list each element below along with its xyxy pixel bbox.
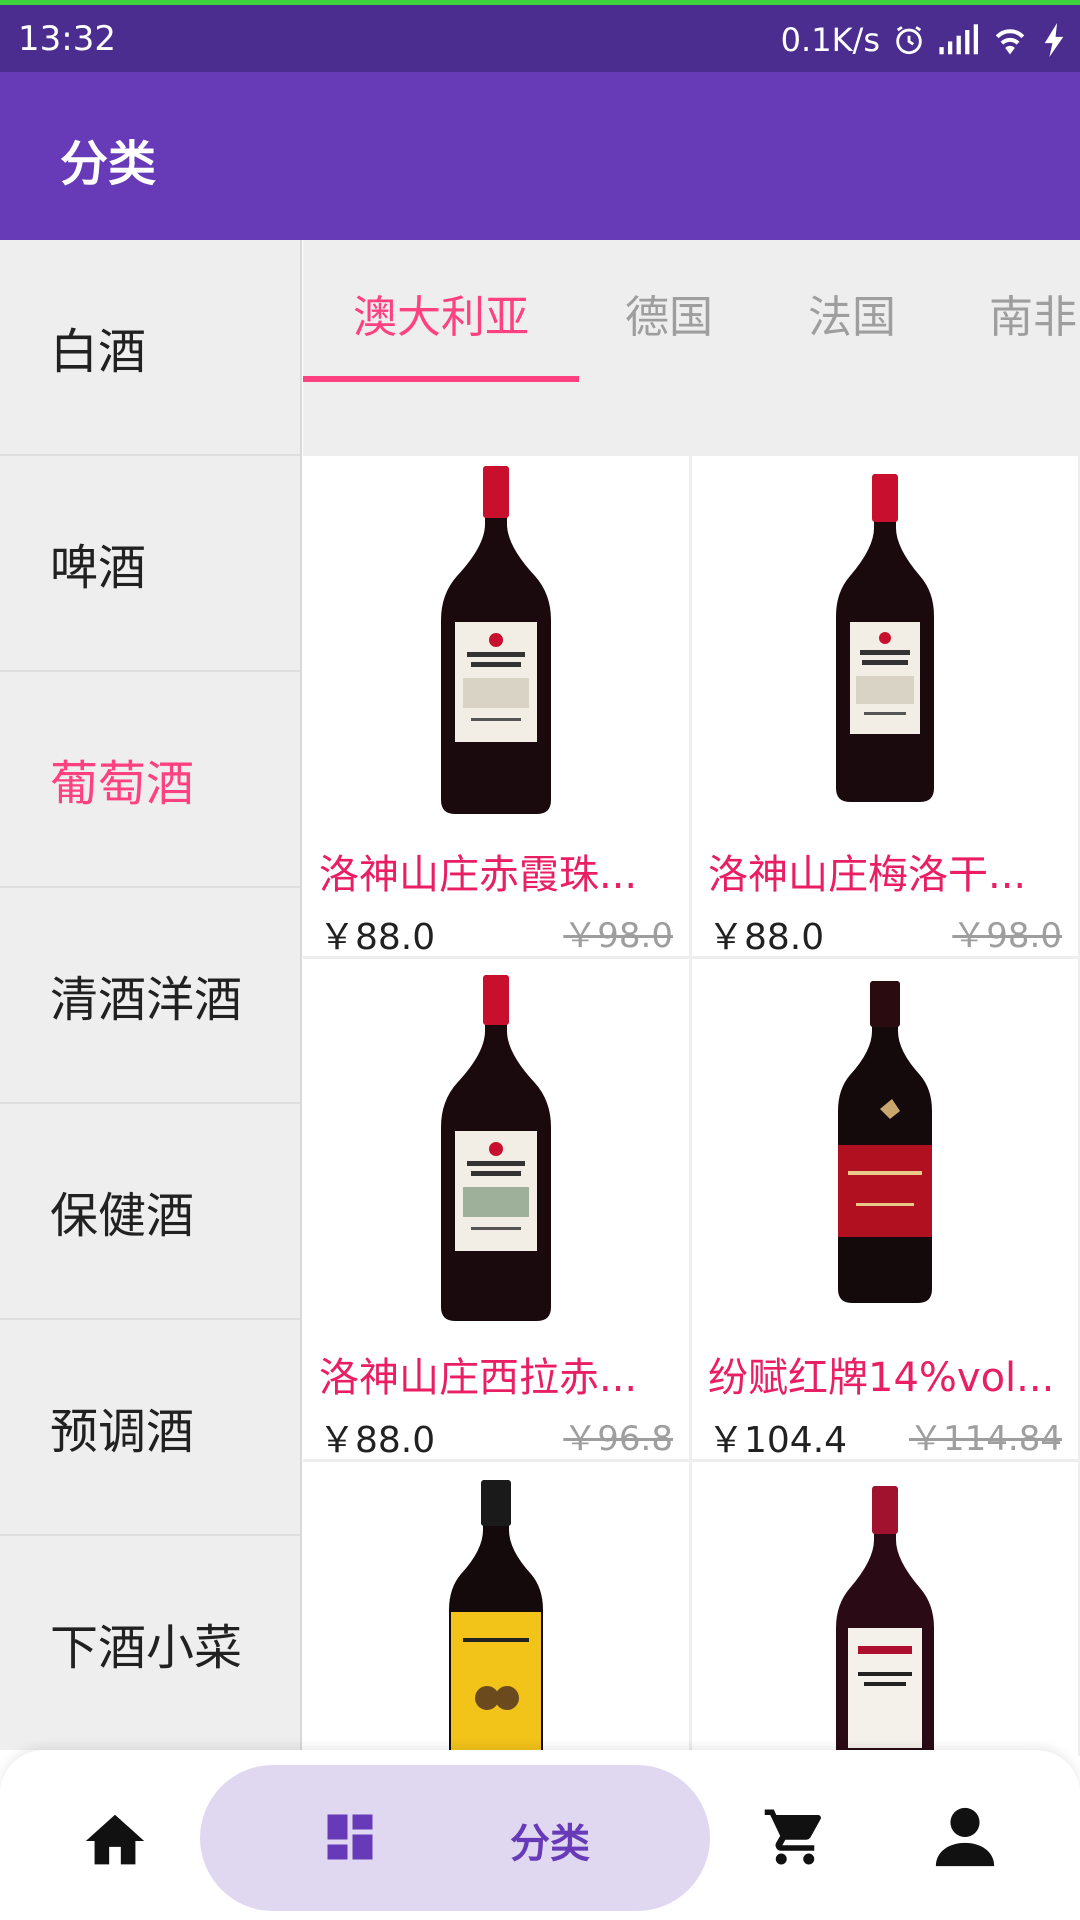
status-time: 13:32 [18,19,116,59]
category-item-beer[interactable]: 啤酒 [0,456,300,672]
product-name: 洛神山庄梅洛干... [708,852,1027,898]
network-speed: 0.1K/s [780,21,880,59]
category-label: 保健酒 [50,1188,195,1244]
product-card[interactable] [303,1462,689,1756]
alarm-icon [892,23,926,57]
product-card[interactable]: 洛神山庄梅洛干... ￥88.0 ￥98.0 [692,456,1078,958]
product-price: ￥104.4 [708,1420,848,1461]
category-item-sake-liquor[interactable]: 清酒洋酒 [0,888,300,1104]
category-item-health-wine[interactable]: 保健酒 [0,1104,300,1320]
category-label: 预调酒 [50,1404,195,1460]
product-original-price: ￥114.84 [909,1419,1062,1459]
status-icons: 0.1K/s [781,17,1066,63]
tab-label: 德国 [625,292,713,343]
nav-item-category[interactable]: 分类 [200,1765,710,1911]
category-icon [320,1807,380,1867]
grid-spacer [303,386,1080,456]
status-bar: 13:32 0.1K/s [0,0,1080,72]
app-root: 13:32 0.1K/s 分类 白酒 啤酒 葡萄酒 清酒洋酒 保健酒 预调酒 下 [0,0,1080,1920]
signal-icon [938,24,978,56]
category-label: 啤酒 [50,540,147,596]
tab-label: 法国 [808,292,896,343]
charging-icon [1042,23,1066,57]
cart-icon[interactable] [762,1804,828,1870]
product-original-price: ￥98.0 [563,916,673,956]
wine-bottle-image [441,466,551,814]
nav-category-label: 分类 [510,1821,590,1867]
app-bar: 分类 [0,72,1080,240]
user-icon[interactable] [930,1802,1000,1872]
tab-label: 南非 [989,292,1077,343]
product-card[interactable]: 纷赋红牌14%vol... ￥104.4 ￥114.84 [692,959,1078,1461]
product-price: ￥88.0 [319,917,436,958]
category-item-baijiu[interactable]: 白酒 [0,240,300,456]
wine-bottle-image [838,981,932,1303]
category-item-premixed[interactable]: 预调酒 [0,1320,300,1536]
bottom-navigation: 分类 [0,1750,1080,1920]
product-card[interactable] [692,1462,1078,1756]
page-title: 分类 [60,136,157,192]
wine-bottle-image [836,1486,934,1756]
category-sidebar: 白酒 啤酒 葡萄酒 清酒洋酒 保健酒 预调酒 下酒小菜 [0,240,302,1750]
product-card[interactable]: 洛神山庄西拉赤... ￥88.0 ￥96.8 [303,959,689,1461]
product-card[interactable]: 洛神山庄赤霞珠... ￥88.0 ￥98.0 [303,456,689,958]
category-item-snacks[interactable]: 下酒小菜 [0,1536,300,1750]
category-label: 葡萄酒 [50,756,195,812]
wine-bottle-image [441,975,551,1321]
country-tabs: 澳大利亚 德国 法国 南非 [303,240,1080,386]
category-item-wine[interactable]: 葡萄酒 [0,672,300,888]
tab-south-africa[interactable]: 南非 [945,240,1080,386]
tab-indicator [303,376,579,382]
product-original-price: ￥96.8 [563,1419,673,1459]
tab-france[interactable]: 法国 [759,240,945,386]
product-name: 洛神山庄西拉赤... [319,1355,638,1401]
category-label: 白酒 [50,324,147,380]
tab-label: 澳大利亚 [353,292,529,343]
category-label: 下酒小菜 [50,1620,243,1676]
product-name: 纷赋红牌14%vol... [708,1355,1055,1401]
product-price: ￥88.0 [319,1420,436,1461]
product-original-price: ￥98.0 [952,916,1062,956]
tab-australia[interactable]: 澳大利亚 [303,240,579,386]
product-name: 洛神山庄赤霞珠... [319,852,638,898]
wifi-icon [990,24,1030,56]
category-label: 清酒洋酒 [50,972,243,1028]
tab-germany[interactable]: 德国 [579,240,759,386]
wine-bottle-image [449,1480,543,1756]
wine-bottle-image [836,474,934,802]
product-grid: 洛神山庄赤霞珠... ￥88.0 ￥98.0 洛神山庄梅洛干... ￥88.0 … [303,456,1080,1756]
home-icon[interactable] [80,1806,150,1876]
product-price: ￥88.0 [708,917,825,958]
